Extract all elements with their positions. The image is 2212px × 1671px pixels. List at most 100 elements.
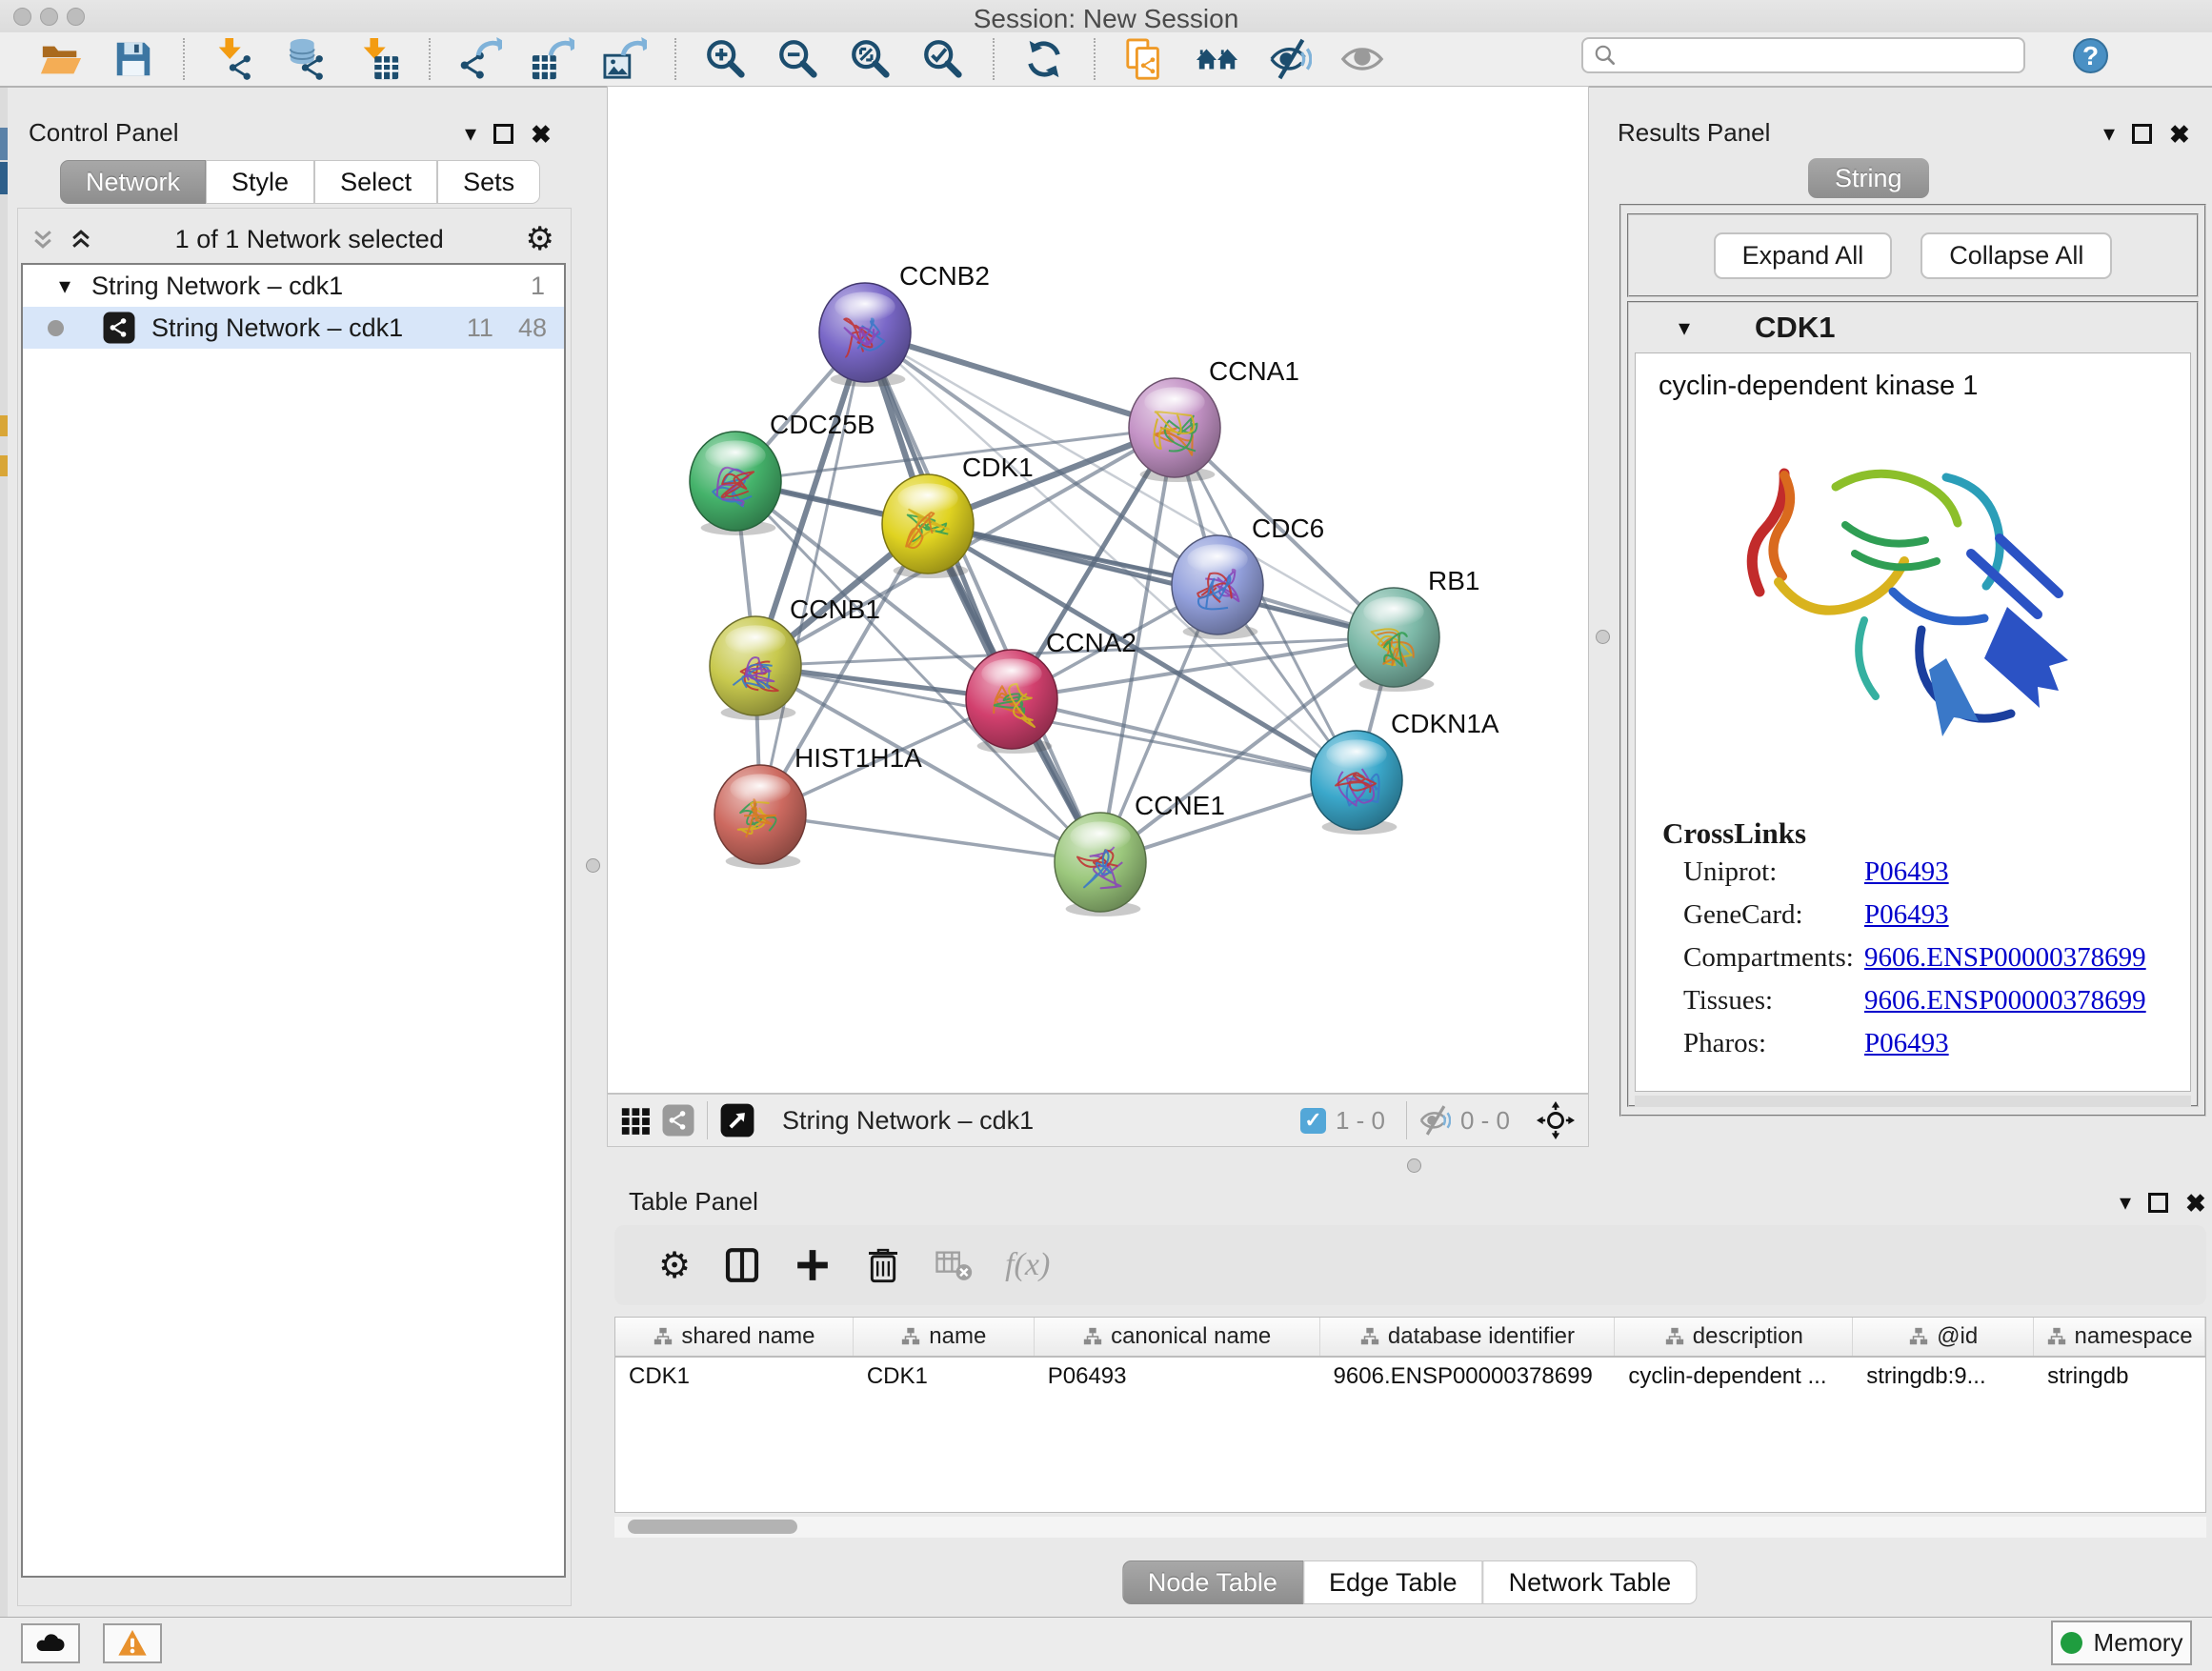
- import-network-file-icon[interactable]: [198, 34, 271, 84]
- network-options-gear-icon[interactable]: ⚙: [526, 220, 554, 258]
- tab-string[interactable]: String: [1808, 158, 1929, 198]
- crosslink-link[interactable]: 9606.ENSP00000378699: [1864, 985, 2146, 1017]
- table-gear-icon[interactable]: ⚙: [658, 1244, 691, 1286]
- tab-select[interactable]: Select: [314, 160, 437, 204]
- network-canvas[interactable]: CCNB2CCNA1CDC25BCDK1CDC6RB1CCNB1CCNA2CDK…: [607, 86, 1589, 1094]
- network-node-CDC6[interactable]: CDC6: [1172, 513, 1324, 639]
- table-panel-close-icon[interactable]: ✖: [2185, 1191, 2206, 1216]
- control-panel-float-icon[interactable]: [493, 124, 513, 144]
- save-session-icon[interactable]: [97, 34, 170, 84]
- network-node-CCNB1[interactable]: CCNB1: [710, 594, 880, 720]
- memory-button[interactable]: Memory: [2051, 1621, 2192, 1665]
- tab-network[interactable]: Network: [60, 160, 206, 204]
- table-cell[interactable]: 9606.ENSP00000378699: [1320, 1363, 1616, 1390]
- duplicate-network-icon[interactable]: [1109, 34, 1181, 84]
- crosslink-label: Pharos:: [1683, 1028, 1864, 1059]
- warning-icon: [117, 1628, 148, 1659]
- crosslink-link[interactable]: P06493: [1864, 856, 1949, 888]
- table-add-column-icon[interactable]: [794, 1246, 832, 1284]
- control-panel-menu-icon[interactable]: ▾: [465, 120, 476, 148]
- collapse-all-networks-icon[interactable]: [30, 227, 55, 252]
- zoom-in-icon[interactable]: [690, 34, 762, 84]
- column-header-canonical-name[interactable]: canonical name: [1035, 1318, 1320, 1356]
- left-splitter-handle[interactable]: [586, 858, 600, 873]
- network-node-CCNE1[interactable]: CCNE1: [1055, 791, 1225, 916]
- collapse-all-button[interactable]: Collapse All: [1920, 232, 2112, 279]
- network-current-dot: [48, 320, 64, 336]
- help-button[interactable]: ?: [2073, 38, 2108, 73]
- table-cell[interactable]: cyclin-dependent ...: [1615, 1363, 1853, 1390]
- first-neighbors-icon[interactable]: [1181, 34, 1254, 84]
- collection-expand-icon[interactable]: ▾: [59, 272, 70, 300]
- move-crosshair-icon[interactable]: [1537, 1101, 1575, 1139]
- column-header-name[interactable]: name: [854, 1318, 1035, 1356]
- memory-label: Memory: [2094, 1628, 2183, 1658]
- results-panel-float-icon[interactable]: [2132, 124, 2152, 144]
- network-badge-gray-icon[interactable]: [661, 1103, 695, 1137]
- zoom-fit-icon[interactable]: [835, 34, 907, 84]
- search-box[interactable]: [1581, 37, 2025, 73]
- network-node-CDKN1A[interactable]: CDKN1A: [1311, 709, 1499, 835]
- expand-all-button[interactable]: Expand All: [1714, 232, 1893, 279]
- crosslink-link[interactable]: 9606.ENSP00000378699: [1864, 942, 2146, 974]
- results-panel-close-icon[interactable]: ✖: [2169, 122, 2190, 147]
- crosslink-link[interactable]: P06493: [1864, 1028, 1949, 1059]
- table-cell[interactable]: stringdb: [2034, 1363, 2205, 1390]
- table-cell[interactable]: CDK1: [615, 1363, 854, 1390]
- table-cell[interactable]: CDK1: [854, 1363, 1035, 1390]
- table-delete-column-icon[interactable]: [864, 1246, 902, 1284]
- gene-collapse-icon[interactable]: ▾: [1679, 314, 1690, 342]
- table-panel-menu-icon[interactable]: ▾: [2120, 1189, 2131, 1217]
- network-graph[interactable]: CCNB2CCNA1CDC25BCDK1CDC6RB1CCNB1CCNA2CDK…: [608, 87, 1588, 1093]
- scrollbar-thumb[interactable]: [628, 1520, 797, 1534]
- tab-style[interactable]: Style: [206, 160, 314, 204]
- bottom-splitter-handle[interactable]: [1407, 1158, 1421, 1173]
- column-header-database-identifier[interactable]: database identifier: [1320, 1318, 1616, 1356]
- selected-checkbox-icon[interactable]: ✓: [1300, 1108, 1326, 1134]
- table-panel-float-icon[interactable]: [2148, 1193, 2168, 1213]
- hide-selected-icon[interactable]: [1254, 34, 1326, 84]
- warnings-button[interactable]: [103, 1623, 162, 1663]
- gene-section-header[interactable]: ▾ CDK1: [1629, 303, 2197, 352]
- control-panel-close-icon[interactable]: ✖: [531, 122, 552, 147]
- column-header-namespace[interactable]: namespace: [2034, 1318, 2205, 1356]
- tab-edge-table[interactable]: Edge Table: [1303, 1560, 1483, 1604]
- column-header-@id[interactable]: @id: [1853, 1318, 2034, 1356]
- expand-all-networks-icon[interactable]: [69, 227, 93, 252]
- export-table-icon[interactable]: [516, 34, 589, 84]
- import-table-icon[interactable]: [343, 34, 415, 84]
- zoom-out-icon[interactable]: [762, 34, 835, 84]
- import-network-database-icon[interactable]: [271, 34, 343, 84]
- crosslink-label: Uniprot:: [1683, 856, 1864, 888]
- tab-sets[interactable]: Sets: [437, 160, 540, 204]
- network-node-count: 11: [467, 313, 493, 343]
- table-columns-icon[interactable]: [723, 1246, 761, 1284]
- network-node-CDK1[interactable]: CDK1: [882, 453, 1034, 578]
- tab-network-table[interactable]: Network Table: [1483, 1560, 1698, 1604]
- node-table[interactable]: shared namenamecanonical namedatabase id…: [614, 1317, 2206, 1513]
- cloud-button[interactable]: [21, 1623, 80, 1663]
- zoom-selected-icon[interactable]: [907, 34, 979, 84]
- table-cell[interactable]: P06493: [1035, 1363, 1320, 1390]
- apply-layout-icon[interactable]: [1008, 34, 1080, 84]
- network-node-HIST1H1A[interactable]: HIST1H1A: [714, 743, 922, 869]
- export-image-icon[interactable]: [589, 34, 661, 84]
- export-network-icon[interactable]: [444, 34, 516, 84]
- tab-node-table[interactable]: Node Table: [1122, 1560, 1303, 1604]
- network-collection-row[interactable]: ▾ String Network – cdk1 1: [23, 265, 564, 307]
- network-row-selected[interactable]: String Network – cdk1 11 48: [23, 307, 564, 349]
- open-in-window-icon[interactable]: [719, 1102, 755, 1138]
- results-panel-menu-icon[interactable]: ▾: [2103, 120, 2115, 148]
- table-cell[interactable]: stringdb:9...: [1853, 1363, 2034, 1390]
- network-node-RB1[interactable]: RB1: [1348, 566, 1479, 692]
- table-row[interactable]: CDK1CDK1P064939606.ENSP00000378699cyclin…: [615, 1358, 2205, 1396]
- column-header-shared-name[interactable]: shared name: [615, 1318, 854, 1356]
- current-network-name: String Network – cdk1: [782, 1106, 1300, 1136]
- node-label-CDC6: CDC6: [1252, 513, 1324, 543]
- grid-view-icon[interactable]: [619, 1104, 652, 1137]
- column-header-description[interactable]: description: [1615, 1318, 1853, 1356]
- crosslink-link[interactable]: P06493: [1864, 899, 1949, 931]
- open-session-icon[interactable]: [25, 34, 97, 84]
- search-input[interactable]: [1625, 41, 2023, 70]
- table-horizontal-scrollbar[interactable]: [614, 1517, 2206, 1538]
